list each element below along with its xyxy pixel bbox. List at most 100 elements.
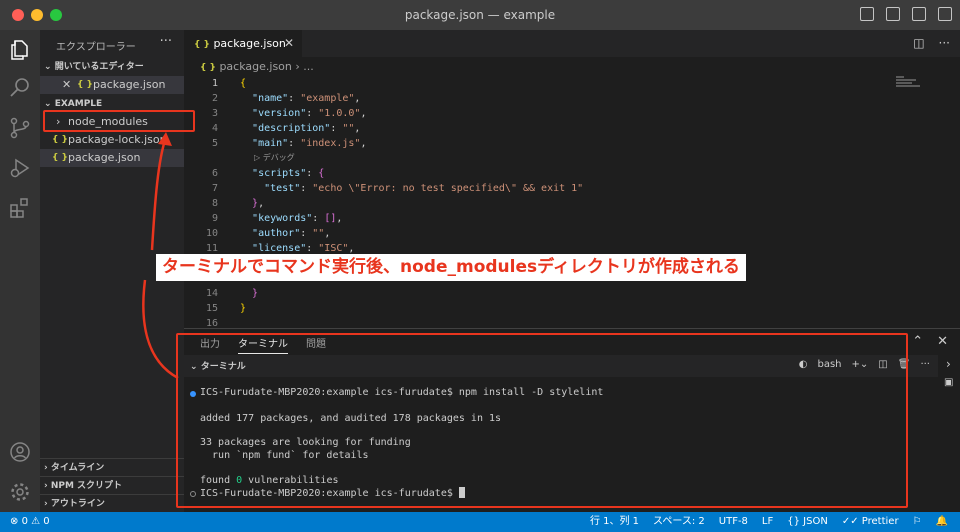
indentation[interactable]: スペース: 2 [653, 512, 705, 532]
panel-actions: ⌃ ✕ [912, 334, 948, 349]
open-editor-item-package-json[interactable]: ✕ { } package.json [40, 76, 184, 94]
toggle-secondary-sidebar-icon[interactable] [912, 7, 926, 21]
language-label: JSON [803, 516, 828, 527]
codelens-label: デバッグ [262, 153, 295, 162]
open-editors-label: 開いているエディター [54, 62, 144, 72]
maximize-panel-icon[interactable]: ⌃ [912, 334, 923, 349]
encoding[interactable]: UTF-8 [719, 512, 748, 532]
json-file-icon: { } [200, 63, 216, 73]
error-icon: ⊗ [10, 516, 19, 527]
chevron-down-icon: ⌄ [44, 99, 52, 109]
line-text: "author": "", [252, 228, 331, 239]
json-file-icon: { } [194, 40, 210, 50]
search-icon[interactable] [8, 76, 32, 100]
file-item-package-lock-json[interactable]: { } package-lock.json [40, 131, 184, 149]
braces-icon: {} [787, 516, 800, 527]
highlight-terminal-box [176, 333, 908, 508]
toggle-panel-icon[interactable] [886, 7, 900, 21]
line-text: "description": "", [252, 123, 361, 134]
timeline-section[interactable]: › タイムライン [40, 458, 184, 476]
highlight-node-modules-box [43, 110, 195, 132]
timeline-label: タイムライン [50, 463, 105, 473]
editor-tabs: { } package.json ✕ ◫ ··· [184, 30, 960, 57]
breadcrumb-separator: › [295, 60, 300, 73]
tab-package-json[interactable]: { } package.json ✕ [184, 30, 302, 57]
line-text: "main": "index.js", [252, 138, 367, 149]
more-actions-icon[interactable]: ··· [160, 34, 172, 49]
language-mode[interactable]: {} JSON [787, 512, 828, 532]
settings-gear-icon[interactable] [8, 480, 32, 504]
breadcrumb-rest[interactable]: ... [303, 60, 314, 73]
annotation-caption: ターミナルでコマンド実行後、node_modulesディレクトリが作成される [156, 254, 746, 281]
check-double-icon: ✓✓ [841, 516, 859, 527]
split-editor-icon[interactable]: ◫ [913, 36, 924, 50]
problems-status[interactable]: ⊗ 0 ⚠ 0 [10, 512, 50, 532]
line-text: "scripts": { [252, 168, 325, 179]
explorer-icon[interactable] [8, 38, 32, 62]
line-number: 7 [211, 183, 218, 194]
accounts-icon[interactable] [8, 440, 32, 464]
sidebar-title: エクスプローラー [56, 42, 136, 53]
close-panel-icon[interactable]: ✕ [937, 334, 948, 349]
prettier-status[interactable]: ✓✓ Prettier [842, 512, 899, 532]
line-text: { [240, 78, 247, 89]
chevron-right-icon[interactable]: › [946, 357, 951, 371]
notifications-bell-icon[interactable]: 🔔 [936, 512, 948, 532]
line-text: "test": "echo \"Error: no test specified… [264, 183, 584, 194]
breadcrumb-file[interactable]: package.json [219, 60, 291, 73]
end-of-line[interactable]: LF [762, 512, 773, 532]
line-number: 14 [205, 288, 218, 299]
line-text: "keywords": [], [252, 213, 343, 224]
window-title: package.json — example [404, 8, 556, 22]
breadcrumb: { } package.json › ... [200, 60, 314, 73]
minimap[interactable] [896, 76, 922, 92]
line-number: 15 [205, 303, 218, 314]
title-bar: package.json — example [0, 0, 960, 30]
line-number: 8 [211, 198, 218, 209]
editor-area: { } package.json ✕ ◫ ··· { } package.jso… [184, 30, 960, 329]
more-actions-icon[interactable]: ··· [920, 359, 930, 370]
activity-bar [0, 30, 40, 512]
tab-label: package.json [213, 37, 286, 50]
outline-section[interactable]: › アウトライン [40, 494, 184, 512]
file-label: package-lock.json [68, 133, 167, 146]
line-text: } [240, 303, 247, 314]
npm-scripts-label: NPM スクリプト [50, 481, 123, 491]
toggle-sidebar-icon[interactable] [860, 7, 874, 21]
line-text: "name": "example", [252, 93, 361, 104]
warning-icon: ⚠ [31, 516, 41, 527]
status-right: 行 1、列 1 スペース: 2 UTF-8 LF {} JSON ✓✓ Pret… [590, 512, 948, 532]
close-tab-icon[interactable]: ✕ [284, 30, 294, 57]
warning-count: 0 [43, 516, 50, 527]
workspace-label: EXAMPLE [54, 99, 103, 109]
line-text: } [252, 288, 259, 299]
open-editors-section[interactable]: ⌄ 開いているエディター [40, 58, 184, 76]
editor-actions: ◫ ··· [913, 36, 950, 50]
status-bar: ⊗ 0 ⚠ 0 行 1、列 1 スペース: 2 UTF-8 LF {} JSON… [0, 512, 960, 532]
file-item-package-json[interactable]: { } package.json [40, 149, 184, 167]
extensions-icon[interactable] [8, 196, 32, 220]
more-actions-icon[interactable]: ··· [939, 36, 950, 50]
outline-label: アウトライン [50, 499, 105, 509]
line-number: 10 [205, 228, 218, 239]
json-file-icon: { } [52, 135, 68, 145]
close-icon[interactable]: ✕ [62, 76, 71, 94]
line-text: "version": "1.0.0", [252, 108, 367, 119]
customize-layout-icon[interactable] [938, 7, 952, 21]
cursor-position[interactable]: 行 1、列 1 [590, 512, 639, 532]
layout-controls [860, 7, 952, 21]
json-file-icon: { } [77, 80, 93, 90]
line-number: 9 [211, 213, 218, 224]
npm-scripts-section[interactable]: › NPM スクリプト [40, 476, 184, 494]
chevron-down-icon: ⌄ [44, 62, 52, 72]
line-number: 2 [211, 93, 218, 104]
source-control-icon[interactable] [8, 116, 32, 140]
terminal-tab-icon[interactable]: ▣ [944, 377, 953, 388]
feedback-icon[interactable]: ⚐ [913, 512, 922, 532]
json-file-icon: { } [52, 153, 68, 163]
terminal-side-bar: › ▣ [942, 355, 960, 513]
debug-codelens[interactable]: ▷ デバッグ [254, 152, 295, 163]
file-label: package.json [68, 151, 141, 164]
line-number: 1 [211, 78, 218, 89]
run-debug-icon[interactable] [8, 156, 32, 180]
